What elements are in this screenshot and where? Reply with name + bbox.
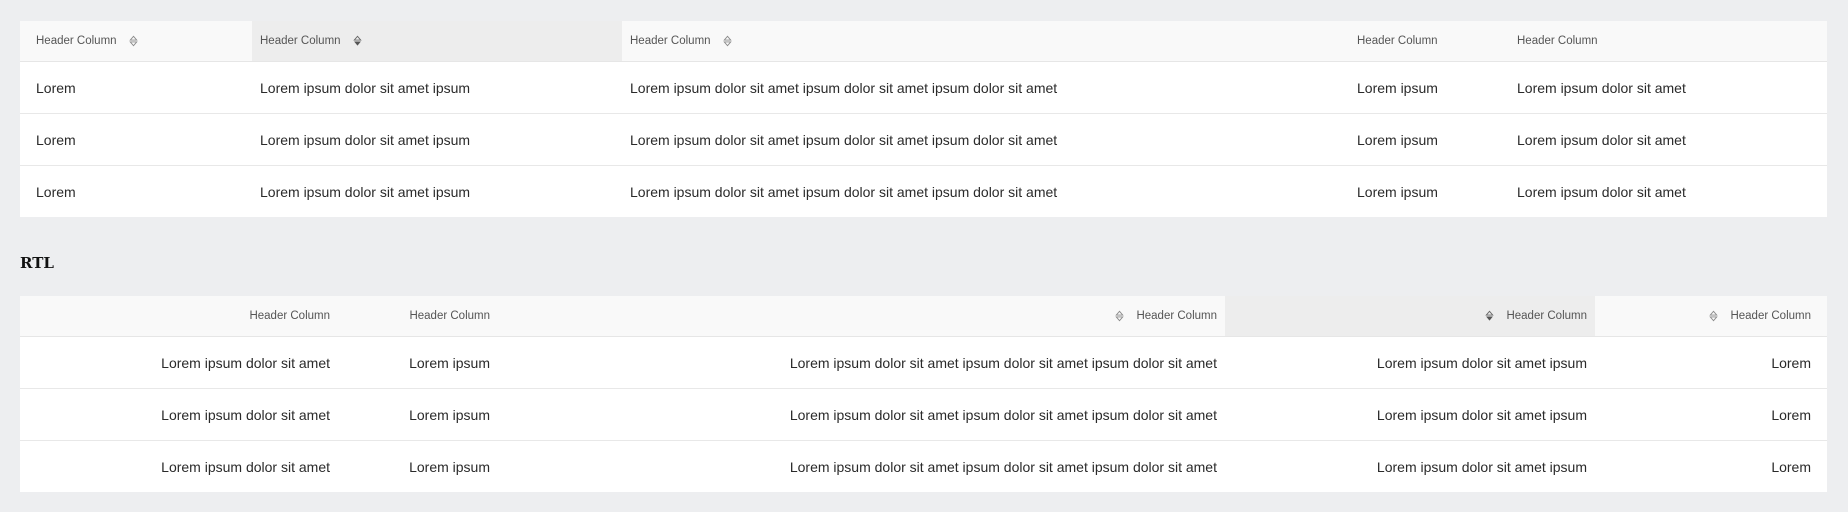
table-row: Lorem Lorem ipsum dolor sit amet ipsum L… <box>20 336 1827 389</box>
table-row: Lorem Lorem ipsum dolor sit amet ipsum L… <box>20 388 1827 441</box>
header-label: Header Column <box>409 310 490 322</box>
table-cell: Lorem ipsum <box>409 458 490 475</box>
header-column-3[interactable]: Header Column <box>498 296 1225 337</box>
table-cell: Lorem ipsum dolor sit amet ipsum <box>260 183 471 200</box>
header-column-2[interactable]: Header Column <box>252 21 622 62</box>
table-row: Lorem Lorem ipsum dolor sit amet ipsum L… <box>20 441 1827 493</box>
sort-icon[interactable] <box>723 35 732 47</box>
section-title-rtl: RTL <box>20 254 54 272</box>
table-cell: Lorem ipsum <box>338 388 498 441</box>
header-label: Header Column <box>630 35 711 47</box>
table-cell: Lorem <box>1771 458 1811 475</box>
table-cell: Lorem ipsum <box>1357 183 1438 200</box>
header-label: Header Column <box>1136 310 1217 322</box>
table-cell: Lorem ipsum dolor sit amet ipsum <box>1225 388 1595 441</box>
header-label: Header Column <box>1357 35 1438 47</box>
table-header-row: Header Column Header Column Header Colum… <box>20 21 1827 62</box>
table-cell: Lorem <box>20 61 252 114</box>
table-cell: Lorem ipsum dolor sit amet <box>20 388 338 441</box>
table-cell: Lorem <box>1595 388 1827 441</box>
table-cell: Lorem ipsum dolor sit amet <box>1509 113 1827 166</box>
header-column-5: Header Column <box>20 296 338 337</box>
header-label: Header Column <box>260 35 341 47</box>
header-column-1[interactable]: Header Column <box>20 21 252 62</box>
header-column-5: Header Column <box>1509 21 1827 62</box>
table-row: Lorem Lorem ipsum dolor sit amet ipsum L… <box>20 61 1827 114</box>
table-row: Lorem Lorem ipsum dolor sit amet ipsum L… <box>20 113 1827 166</box>
header-label: Header Column <box>1506 310 1587 322</box>
table-cell: Lorem ipsum dolor sit amet ipsum dolor s… <box>622 61 1349 114</box>
table-cell: Lorem ipsum dolor sit amet ipsum <box>1376 458 1587 475</box>
table-cell: Lorem ipsum <box>1349 61 1509 114</box>
header-column-4: Header Column <box>1349 21 1509 62</box>
table-cell: Lorem ipsum dolor sit amet ipsum dolor s… <box>498 388 1225 441</box>
sort-icon[interactable] <box>1115 310 1124 322</box>
header-column-3[interactable]: Header Column <box>622 21 1349 62</box>
sort-descending-icon[interactable] <box>353 35 362 47</box>
header-label: Header Column <box>36 35 117 47</box>
header-column-4: Header Column <box>338 296 498 337</box>
table-cell: Lorem <box>20 113 252 166</box>
table-cell: Lorem ipsum dolor sit amet <box>20 336 338 389</box>
table-cell: Lorem ipsum dolor sit amet ipsum dolor s… <box>630 183 1058 200</box>
table-cell: Lorem ipsum dolor sit amet ipsum <box>252 113 622 166</box>
table-cell: Lorem ipsum <box>338 336 498 389</box>
table-cell: Lorem <box>36 183 76 200</box>
table-cell: Lorem <box>1595 336 1827 389</box>
table-cell: Lorem ipsum dolor sit amet <box>161 458 330 475</box>
header-column-1[interactable]: Header Column <box>1595 296 1827 337</box>
table-cell: Lorem ipsum dolor sit amet <box>1509 61 1827 114</box>
header-label: Header Column <box>1730 310 1811 322</box>
data-table-ltr: Header Column Header Column Header Colum… <box>20 21 1827 217</box>
header-label: Header Column <box>249 310 330 322</box>
table-header-row: Header Column Header Column Header Colum… <box>20 296 1827 337</box>
sort-icon[interactable] <box>129 35 138 47</box>
data-table-rtl: Header Column Header Column Header Colum… <box>20 296 1827 492</box>
header-column-2[interactable]: Header Column <box>1225 296 1595 337</box>
table-cell: Lorem ipsum dolor sit amet ipsum <box>1225 336 1595 389</box>
table-cell: Lorem ipsum dolor sit amet <box>1517 183 1686 200</box>
header-label: Header Column <box>1517 35 1598 47</box>
table-cell: Lorem ipsum dolor sit amet ipsum <box>252 61 622 114</box>
table-cell: Lorem ipsum dolor sit amet ipsum dolor s… <box>498 336 1225 389</box>
table-row: Lorem Lorem ipsum dolor sit amet ipsum L… <box>20 166 1827 218</box>
table-cell: Lorem ipsum dolor sit amet ipsum dolor s… <box>789 458 1217 475</box>
table-cell: Lorem ipsum <box>1349 113 1509 166</box>
table-cell: Lorem ipsum dolor sit amet ipsum dolor s… <box>622 113 1349 166</box>
sort-icon[interactable] <box>1709 310 1718 322</box>
sort-descending-icon[interactable] <box>1485 310 1494 322</box>
